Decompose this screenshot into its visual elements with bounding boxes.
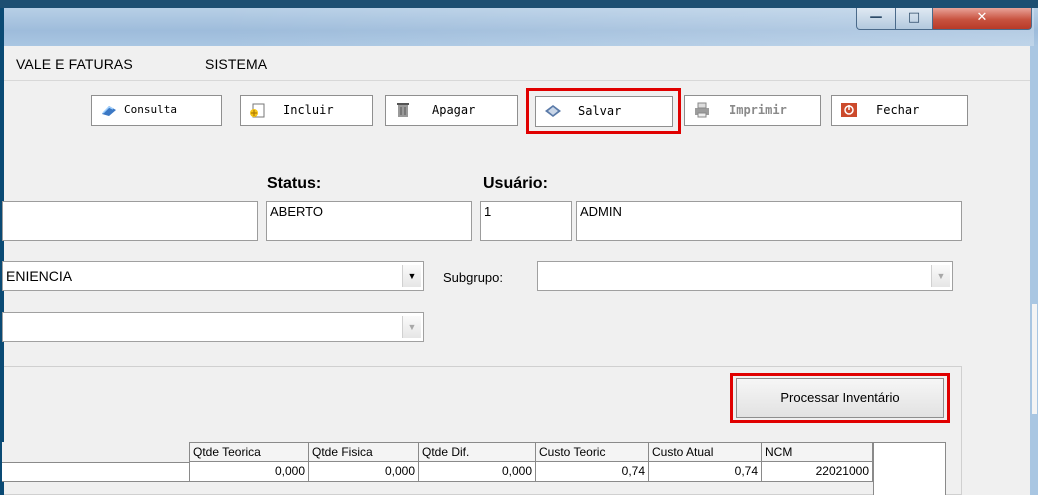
imprimir-label: Imprimir (729, 103, 787, 117)
app-client-area: VALE E FATURAS SISTEMA Consulta Incluir … (2, 46, 1030, 495)
process-inventory-button[interactable]: Processar Inventário (736, 378, 944, 418)
left-text-field[interactable] (2, 201, 258, 241)
scrollbar[interactable] (1032, 304, 1037, 414)
grid-cell-ncm[interactable]: 22021000 (762, 462, 873, 482)
minimize-icon: — (869, 10, 883, 25)
window-right-frame (1030, 46, 1038, 495)
close-button[interactable]: ✕ (932, 8, 1032, 30)
usuario-name-field[interactable]: ADMIN (576, 201, 962, 241)
menu-vale-e-faturas[interactable]: VALE E FATURAS (16, 56, 133, 72)
status-field[interactable]: ABERTO (266, 201, 472, 241)
usuario-id-field[interactable]: 1 (480, 201, 572, 241)
subgrupo-label: Subgrupo: (443, 270, 503, 285)
chevron-down-icon[interactable]: ▼ (931, 265, 950, 287)
power-icon (841, 103, 857, 117)
add-icon (250, 103, 265, 118)
usuario-label: Usuário: (483, 175, 548, 192)
menu-sistema[interactable]: SISTEMA (205, 56, 267, 72)
grid-cell-qtde-fisica[interactable]: 0,000 (309, 462, 419, 482)
grid-cell-custo-teoric[interactable]: 0,74 (536, 462, 649, 482)
trash-icon (397, 103, 409, 117)
grid-cell-qtde-dif[interactable]: 0,000 (419, 462, 536, 482)
imprimir-button[interactable]: Imprimir (684, 95, 821, 126)
grid-cell-custo-atual[interactable]: 0,74 (649, 462, 762, 482)
third-select[interactable]: ▼ (2, 312, 424, 342)
consulta-button[interactable]: Consulta (91, 95, 222, 126)
incluir-button[interactable]: Incluir (240, 95, 373, 126)
grupo-select[interactable]: ENIENCIA ▼ (2, 261, 424, 291)
consulta-icon (102, 106, 116, 116)
grid-col-ncm[interactable]: NCM (762, 442, 873, 462)
salvar-highlight (526, 88, 681, 134)
fechar-label: Fechar (876, 103, 920, 117)
consulta-label: Consulta (124, 103, 177, 116)
grid-cell-description[interactable] (2, 462, 190, 482)
grid-col-qtde-teorica[interactable]: Qtde Teorica (190, 442, 309, 462)
printer-icon (695, 102, 709, 118)
grid-col-qtde-fisica[interactable]: Qtde Fisica (309, 442, 419, 462)
grid-col-qtde-dif[interactable]: Qtde Dif. (419, 442, 536, 462)
minimize-button[interactable]: — (856, 8, 896, 30)
subgrupo-select[interactable]: ▼ (537, 261, 953, 291)
maximize-button[interactable]: □ (895, 8, 933, 30)
maximize-icon: □ (907, 10, 921, 25)
fechar-button[interactable]: Fechar (831, 95, 968, 126)
status-label: Status: (267, 175, 322, 192)
apagar-button[interactable]: Apagar (385, 95, 518, 126)
chevron-down-icon[interactable]: ▼ (402, 316, 421, 338)
grid-col-custo-atual[interactable]: Custo Atual (649, 442, 762, 462)
grupo-value: ENIENCIA (6, 268, 73, 284)
grid-col-custo-teoric[interactable]: Custo Teoric (536, 442, 649, 462)
window-titlebar[interactable]: — □ ✕ (4, 8, 1038, 47)
chevron-down-icon[interactable]: ▼ (402, 265, 421, 287)
grid-header-spacer (2, 442, 190, 462)
grid-empty-area (873, 442, 946, 495)
incluir-label: Incluir (283, 103, 334, 117)
desktop-strip (0, 0, 1038, 8)
apagar-label: Apagar (432, 103, 476, 117)
close-icon: ✕ (976, 10, 988, 25)
menu-bar: VALE E FATURAS SISTEMA (4, 46, 1030, 81)
grid-cell-qtde-teorica[interactable]: 0,000 (190, 462, 309, 482)
